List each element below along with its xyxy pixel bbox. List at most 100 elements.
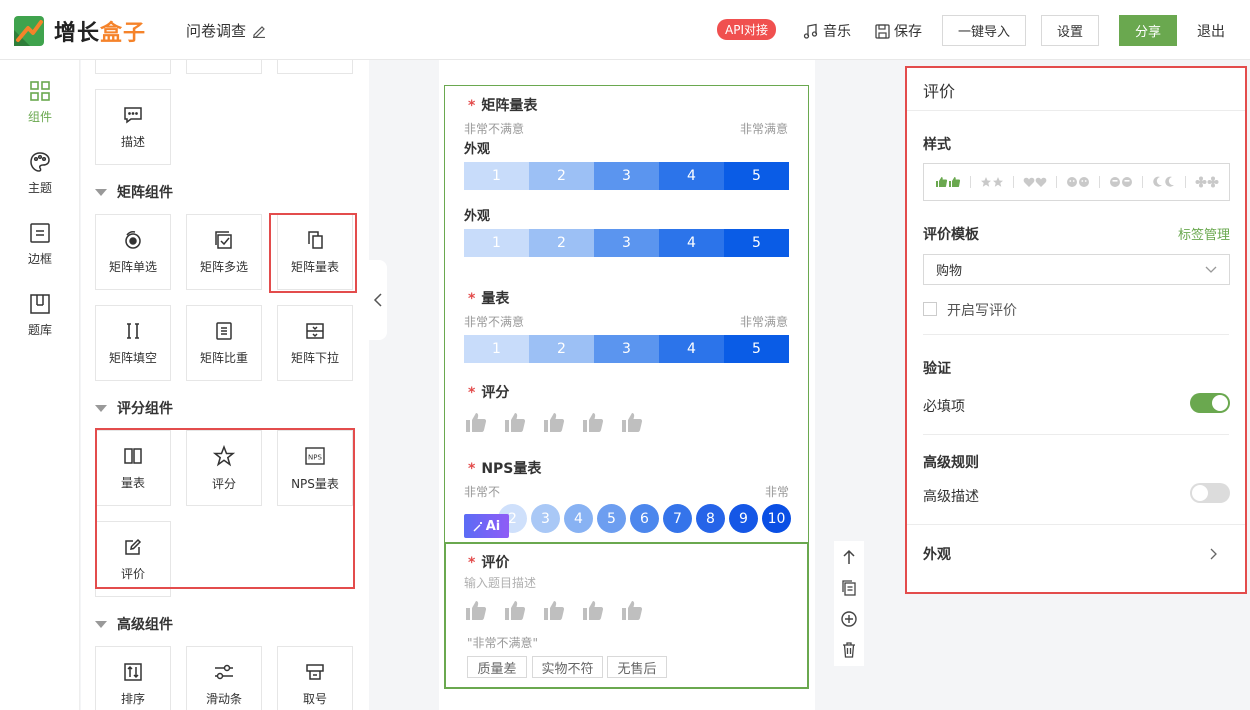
enable-review-checkbox[interactable] [923, 302, 937, 316]
nps-option[interactable]: 10 [762, 504, 791, 533]
nps-option[interactable]: 7 [663, 504, 692, 533]
thumbs-up-icon[interactable] [582, 599, 604, 621]
nav-library[interactable]: 题库 [0, 293, 80, 338]
app-logo[interactable]: 增长盒子 [14, 15, 146, 47]
scale-option[interactable]: 5 [724, 335, 789, 363]
comp-slider[interactable]: 滑动条 [186, 646, 262, 710]
comp-matrix-dropdown[interactable]: 矩阵下拉 [277, 305, 353, 381]
question-title[interactable]: * 矩阵量表 [468, 95, 537, 115]
nav-border[interactable]: 边框 [0, 222, 80, 267]
chevron-right-icon[interactable] [1210, 548, 1218, 560]
scale-option[interactable]: 1 [464, 162, 529, 190]
survey-title[interactable]: 问卷调查 [186, 20, 266, 41]
scale-option[interactable]: 1 [464, 335, 529, 363]
settings-button[interactable]: 设置 [1041, 15, 1099, 46]
required-toggle[interactable] [1190, 393, 1230, 413]
thumbs-up-icon[interactable] [543, 599, 565, 621]
api-badge[interactable]: API对接 [717, 19, 776, 40]
heart-icon[interactable] [1023, 176, 1047, 188]
appearance-label[interactable]: 外观 [923, 544, 951, 564]
tag-manage-link[interactable]: 标签管理 [1178, 224, 1230, 243]
comp-matrix-multi[interactable]: 矩阵多选 [186, 214, 262, 290]
thumbs-up-icon[interactable] [504, 599, 526, 621]
scale-option[interactable]: 4 [659, 162, 724, 190]
share-button[interactable]: 分享 [1119, 15, 1177, 46]
scale-option[interactable]: 2 [529, 229, 594, 257]
toggle-knob [1212, 395, 1228, 411]
question-title[interactable]: * NPS量表 [468, 458, 541, 478]
nav-theme[interactable]: 主题 [0, 151, 80, 196]
nps-option[interactable]: 8 [696, 504, 725, 533]
move-up-icon[interactable] [842, 549, 856, 565]
review-tag[interactable]: 实物不符 [532, 656, 603, 678]
save-button[interactable]: 保存 [875, 21, 922, 41]
thumbs-up-icon[interactable] [504, 411, 526, 433]
comp-matrix-single[interactable]: 矩阵单选 [95, 214, 171, 290]
template-label: 评价模板 [923, 227, 979, 243]
moon-icon[interactable] [1152, 176, 1176, 188]
scale-bar: 1 2 3 4 5 [464, 229, 789, 257]
section-rating[interactable]: 评分组件 [95, 398, 173, 418]
thumbs-up-icon[interactable] [621, 411, 643, 433]
component-tile[interactable] [186, 60, 262, 74]
question-description-input[interactable]: 输入题目描述 [464, 574, 536, 591]
face-icon[interactable] [1109, 176, 1133, 188]
thumbs-up-icon[interactable] [621, 599, 643, 621]
comp-label: 描述 [120, 134, 145, 149]
smile-icon[interactable] [1066, 176, 1090, 188]
scale-option[interactable]: 2 [529, 335, 594, 363]
review-tag[interactable]: 质量差 [467, 656, 527, 678]
scale-option[interactable]: 4 [659, 335, 724, 363]
question-title[interactable]: * 评分 [468, 382, 509, 402]
scale-option[interactable]: 3 [594, 162, 659, 190]
thumbs-up-icon[interactable] [543, 411, 565, 433]
nps-option[interactable]: 4 [564, 504, 593, 533]
palette-icon [30, 152, 50, 172]
comp-sort[interactable]: 排序 [95, 646, 171, 710]
exit-button[interactable]: 退出 [1197, 21, 1225, 41]
question-title[interactable]: * 量表 [468, 288, 509, 308]
nav-components[interactable]: 组件 [0, 80, 80, 125]
trash-icon[interactable] [842, 642, 856, 659]
import-button[interactable]: 一键导入 [942, 15, 1026, 46]
template-select[interactable]: 购物 [923, 254, 1230, 285]
comp-description[interactable]: 描述 [95, 89, 171, 165]
nps-option[interactable]: 3 [531, 504, 560, 533]
nps-option[interactable]: 9 [729, 504, 758, 533]
flower-icon[interactable] [1195, 176, 1219, 188]
nps-option[interactable]: 5 [597, 504, 626, 533]
scale-option[interactable]: 3 [594, 335, 659, 363]
chevron-left-icon [373, 293, 382, 307]
thumbs-up-icon[interactable] [465, 411, 487, 433]
add-circle-icon[interactable] [841, 611, 857, 627]
scale-option[interactable]: 5 [724, 162, 789, 190]
comp-ticket[interactable]: 取号 [277, 646, 353, 710]
component-tile[interactable] [95, 60, 171, 74]
music-button[interactable]: 音乐 [803, 21, 851, 41]
ai-assistant-button[interactable]: Ai [464, 514, 509, 538]
scale-option[interactable]: 3 [594, 229, 659, 257]
component-tile[interactable] [277, 60, 353, 74]
scale-option[interactable]: 2 [529, 162, 594, 190]
thumbs-up-icon[interactable] [465, 599, 487, 621]
section-matrix[interactable]: 矩阵组件 [95, 182, 173, 202]
collapse-panel-button[interactable] [369, 260, 387, 340]
advanced-rules-label: 高级规则 [923, 455, 979, 471]
star-icon[interactable] [980, 176, 1004, 188]
thumbs-up-icon[interactable] [935, 176, 961, 188]
review-tag[interactable]: 无售后 [607, 656, 667, 678]
question-title[interactable]: * 评价 [468, 552, 509, 572]
scale-option[interactable]: 1 [464, 229, 529, 257]
edit-icon[interactable] [252, 24, 266, 38]
copy-icon[interactable] [842, 580, 856, 596]
scale-option[interactable]: 5 [724, 229, 789, 257]
divider [1141, 176, 1143, 188]
comp-matrix-fill[interactable]: 矩阵填空 [95, 305, 171, 381]
thumbs-up-icon[interactable] [582, 411, 604, 433]
style-selector [923, 163, 1230, 201]
section-advanced[interactable]: 高级组件 [95, 614, 173, 634]
advanced-desc-toggle[interactable] [1190, 483, 1230, 503]
nps-option[interactable]: 6 [630, 504, 659, 533]
scale-option[interactable]: 4 [659, 229, 724, 257]
comp-matrix-weight[interactable]: 矩阵比重 [186, 305, 262, 381]
